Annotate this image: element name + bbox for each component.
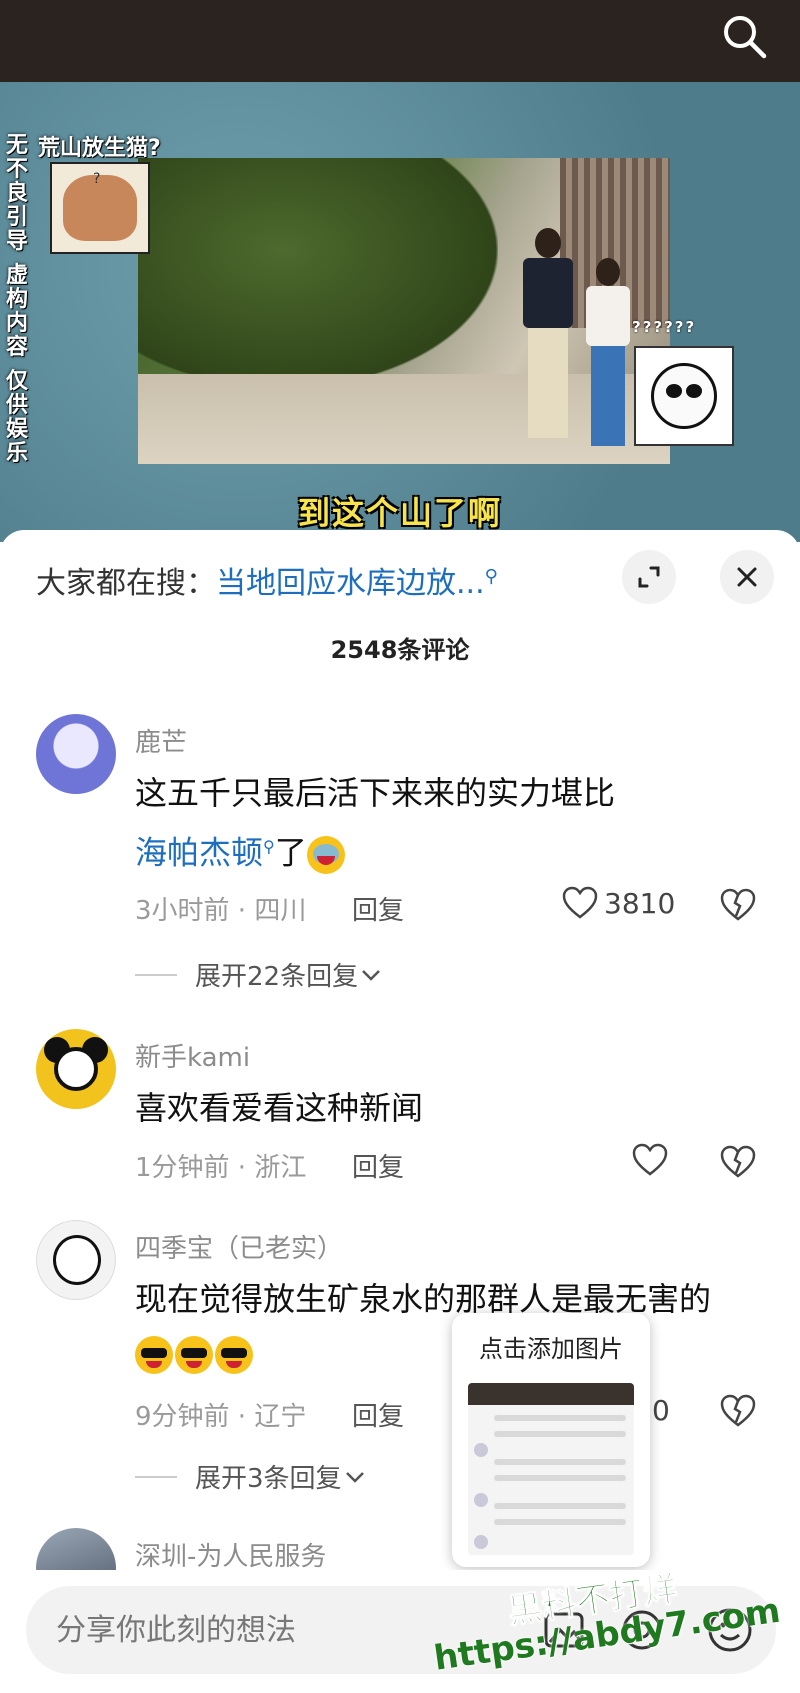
top-bar xyxy=(0,0,800,82)
mickey-avatar-icon xyxy=(54,1047,98,1091)
avatar[interactable] xyxy=(36,1029,116,1109)
broken-heart-icon xyxy=(720,1394,756,1427)
comment-meta: 9分钟前 · 辽宁 xyxy=(135,1402,307,1432)
comment-text-line: 海帕杰顿⚲了 xyxy=(135,820,615,880)
video-subtitle: 到这个山了啊 xyxy=(297,494,502,532)
video-frame xyxy=(138,158,670,464)
at-mention-icon[interactable] xyxy=(618,1606,666,1654)
video-bushes xyxy=(138,158,498,388)
avatar[interactable] xyxy=(36,714,116,794)
panda-avatar-icon xyxy=(53,1235,101,1285)
side-caption-2: 虚构内容 xyxy=(6,263,29,360)
cool-cry-emoji-icon xyxy=(175,1336,213,1374)
expand-replies[interactable]: 展开22条回复 xyxy=(135,956,384,993)
comment-text: 喜欢看爱看这种新闻 xyxy=(135,1089,424,1127)
comment-text-tail: 了 xyxy=(274,833,307,872)
like-count-partial: 0 xyxy=(652,1394,670,1427)
search-icon[interactable] xyxy=(716,8,772,64)
comment-text: 这五千只最后活下来来的实力堪比 海帕杰顿⚲了 xyxy=(135,766,615,880)
comment-count: 2548条评论 xyxy=(330,636,470,664)
video-person-man xyxy=(523,228,573,448)
comment-username[interactable]: 新手kami xyxy=(135,1037,250,1074)
comment-page: 无不良引导 虚构内容 仅供娱乐 荒山放生猫? ?????? 到这个山了啊 大家都… xyxy=(0,0,800,1693)
heart-icon xyxy=(632,1143,668,1176)
comment-username[interactable]: 四季宝（已老实） xyxy=(135,1228,343,1265)
search-mini-icon: ⚲ xyxy=(484,566,498,587)
comment-username[interactable]: 鹿芒 xyxy=(135,722,187,759)
panda-sticker xyxy=(634,346,734,446)
reply-button[interactable]: 回复 xyxy=(352,890,404,927)
meme-thumbnail xyxy=(50,162,150,254)
panda-icon xyxy=(651,363,717,429)
search-mini-icon: ⚲ xyxy=(263,837,275,856)
image-icon[interactable] xyxy=(540,1606,588,1654)
cool-cry-emoji-icon xyxy=(215,1336,253,1374)
side-caption-1: 无不良引导 xyxy=(6,133,29,254)
video-person-woman xyxy=(586,258,630,448)
meme-label: 荒山放生猫? xyxy=(38,136,161,161)
video-player[interactable]: 无不良引导 虚构内容 仅供娱乐 荒山放生猫? ?????? 到这个山了啊 xyxy=(0,82,800,542)
expand-replies-label: 展开3条回复 xyxy=(195,1464,342,1494)
dislike-button[interactable] xyxy=(720,1394,756,1432)
expand-button[interactable] xyxy=(622,550,676,604)
screenshot-thumbnail[interactable] xyxy=(468,1383,634,1555)
divider xyxy=(135,973,177,976)
popup-title: 点击添加图片 xyxy=(479,1335,623,1363)
comment-text-line: 这五千只最后活下来来的实力堪比 xyxy=(135,774,616,812)
expand-icon xyxy=(638,566,660,588)
comment-username[interactable]: 深圳-为人民服务 xyxy=(135,1536,326,1573)
dislike-button[interactable] xyxy=(720,1145,756,1183)
like-count: 3810 xyxy=(604,886,676,920)
sticker-question-marks: ?????? xyxy=(632,318,697,336)
trending-search[interactable]: 大家都在搜：当地回应水库边放...⚲ xyxy=(36,558,498,602)
horse-face-icon xyxy=(63,171,137,241)
avatar[interactable] xyxy=(36,1220,116,1300)
chevron-down-icon xyxy=(345,1471,364,1483)
laugh-cry-emoji-icon xyxy=(306,835,345,874)
expand-replies-label: 展开22条回复 xyxy=(195,962,359,992)
trending-prefix: 大家都在搜： xyxy=(36,566,216,601)
heart-icon xyxy=(562,886,598,919)
comment-input-bar xyxy=(0,1570,800,1693)
close-icon xyxy=(737,567,757,587)
side-disclaimer: 无不良引导 虚构内容 仅供娱乐 xyxy=(6,134,32,476)
expand-replies[interactable]: 展开3条回复 xyxy=(135,1458,368,1495)
reply-button[interactable]: 回复 xyxy=(352,1147,404,1184)
dislike-button[interactable] xyxy=(720,888,756,926)
broken-heart-icon xyxy=(720,1145,756,1178)
comment-meta: 1分钟前 · 浙江 xyxy=(135,1153,307,1183)
cool-cry-emoji-icon xyxy=(135,1336,173,1374)
comment-tag-link[interactable]: 海帕杰顿 xyxy=(135,834,263,872)
trending-keyword[interactable]: 当地回应水库边放... xyxy=(216,566,485,601)
broken-heart-icon xyxy=(720,888,756,921)
add-image-popup[interactable]: 点击添加图片 xyxy=(452,1313,650,1567)
side-caption-3: 仅供娱乐 xyxy=(6,369,29,466)
reply-button[interactable]: 回复 xyxy=(352,1396,404,1433)
like-button[interactable] xyxy=(632,1143,668,1177)
emoji-icon[interactable] xyxy=(706,1606,754,1654)
comment-meta: 3小时前 · 四川 xyxy=(135,896,307,926)
like-button[interactable]: 3810 xyxy=(562,886,675,920)
divider xyxy=(135,1475,177,1478)
close-button[interactable] xyxy=(720,550,774,604)
chevron-down-icon xyxy=(362,969,380,981)
